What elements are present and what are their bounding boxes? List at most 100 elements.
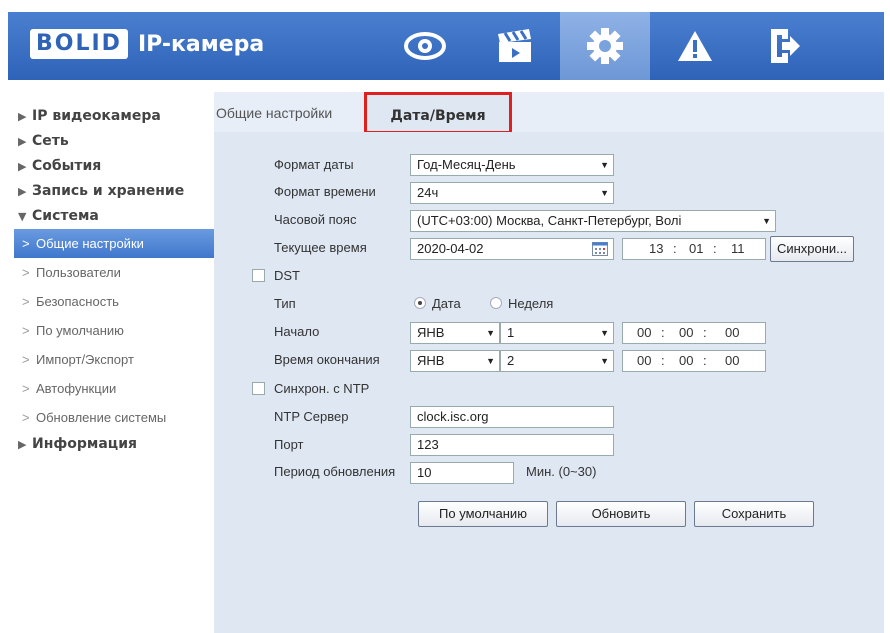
playback-button[interactable]	[470, 12, 560, 80]
sidebar-sub-label: По умолчанию	[36, 323, 124, 338]
refresh-button[interactable]: Обновить	[556, 501, 686, 527]
end-month-select[interactable]: ЯНВ ▼	[410, 350, 500, 372]
sidebar-sub-security[interactable]: > Безопасность	[8, 287, 214, 316]
start-time-input[interactable]: 00 : 00 : 00	[622, 322, 766, 344]
type-week-radio[interactable]	[490, 297, 502, 309]
ntp-server-value: clock.isc.org	[417, 409, 489, 424]
end-second: 00	[725, 353, 740, 368]
date-format-label: Формат даты	[274, 157, 354, 172]
default-button[interactable]: По умолчанию	[418, 501, 548, 527]
sidebar-item-label: Запись и хранение	[32, 183, 185, 199]
start-day-select[interactable]: 1 ▼	[500, 322, 614, 344]
type-week-label: Неделя	[508, 296, 554, 311]
settings-button[interactable]	[560, 12, 650, 80]
port-label: Порт	[274, 437, 304, 452]
time-separator: :	[661, 325, 665, 340]
dst-label: DST	[274, 268, 300, 283]
end-day-value: 2	[507, 353, 515, 368]
triangle-right-icon: ▶	[18, 160, 27, 173]
dropdown-arrow-icon: ▼	[486, 356, 495, 366]
type-date-radio[interactable]	[414, 297, 426, 309]
chevron-right-icon: >	[22, 236, 30, 251]
sidebar-sub-label: Автофункции	[36, 381, 117, 396]
current-date-value: 2020-04-02	[417, 241, 484, 256]
chevron-right-icon: >	[22, 381, 30, 396]
dropdown-arrow-icon: ▼	[600, 356, 609, 366]
time-format-select[interactable]: 24ч ▼	[410, 182, 614, 204]
triangle-down-icon: ▼	[18, 210, 27, 223]
period-label: Период обновления	[274, 464, 396, 479]
period-input[interactable]: 10	[410, 462, 514, 484]
tab-bar: Общие настройки Дата/Время	[214, 92, 884, 134]
ntp-server-input[interactable]: clock.isc.org	[410, 406, 614, 428]
sync-pc-button[interactable]: Синхрони...	[770, 236, 854, 262]
sidebar-sub-general[interactable]: > Общие настройки	[14, 229, 214, 258]
current-date-input[interactable]: 2020-04-02	[410, 238, 614, 260]
alarm-button[interactable]	[650, 12, 740, 80]
date-format-value: Год-Месяц-День	[417, 157, 516, 172]
start-second: 00	[725, 325, 740, 340]
warning-icon	[678, 31, 712, 61]
sidebar-item-label: Сеть	[32, 133, 69, 149]
main-panel: Общие настройки Дата/Время Формат даты Г…	[214, 92, 884, 633]
time-format-label: Формат времени	[274, 184, 376, 199]
time-separator: :	[661, 353, 665, 368]
start-month-select[interactable]: ЯНВ ▼	[410, 322, 500, 344]
sidebar-sub-update[interactable]: > Обновление системы	[8, 403, 214, 432]
calendar-icon[interactable]	[592, 242, 608, 256]
type-label: Тип	[274, 296, 296, 311]
sidebar-sub-users[interactable]: > Пользователи	[8, 258, 214, 287]
sidebar-sub-auto-functions[interactable]: > Автофункции	[8, 374, 214, 403]
save-button[interactable]: Сохранить	[694, 501, 814, 527]
current-minute: 01	[689, 241, 704, 256]
end-hour: 00	[637, 353, 652, 368]
current-time-input[interactable]: 13 : 01 : 11	[622, 238, 766, 260]
sidebar-item-info[interactable]: ▶ Информация	[8, 432, 214, 457]
logout-button[interactable]	[740, 12, 830, 80]
sidebar-item-network[interactable]: ▶ Сеть	[8, 129, 214, 154]
end-time-input[interactable]: 00 : 00 : 00	[622, 350, 766, 372]
sidebar-item-ip-camera[interactable]: ▶ IP видеокамера	[8, 104, 214, 129]
date-format-select[interactable]: Год-Месяц-День ▼	[410, 154, 614, 176]
tab-datetime[interactable]: Дата/Время	[364, 92, 512, 134]
logo: BOLID IP-камера	[30, 28, 264, 60]
start-month-value: ЯНВ	[417, 325, 445, 340]
port-input[interactable]: 123	[410, 434, 614, 456]
period-unit: Мин. (0~30)	[526, 464, 597, 479]
logo-text: IP-камера	[137, 31, 265, 57]
current-second: 11	[731, 241, 745, 256]
timezone-select[interactable]: (UTC+03:00) Москва, Санкт-Петербург, Вол…	[410, 210, 776, 232]
ntp-sync-checkbox[interactable]	[252, 382, 265, 395]
end-label: Время окончания	[274, 352, 380, 367]
datetime-form: Формат даты Год-Месяц-День ▼ Формат врем…	[214, 132, 884, 633]
time-format-value: 24ч	[417, 185, 439, 200]
sidebar-item-system[interactable]: ▼ Система	[8, 204, 214, 229]
sidebar-item-storage[interactable]: ▶ Запись и хранение	[8, 179, 214, 204]
triangle-right-icon: ▶	[18, 135, 27, 148]
time-separator: :	[703, 325, 707, 340]
sidebar: ▶ IP видеокамера ▶ Сеть ▶ События ▶ Запись и…	[8, 92, 214, 633]
type-date-label: Дата	[432, 296, 461, 311]
triangle-right-icon: ▶	[18, 438, 27, 451]
live-view-button[interactable]	[380, 12, 470, 80]
dropdown-arrow-icon: ▼	[486, 328, 495, 338]
sidebar-sub-label: Общие настройки	[36, 236, 144, 251]
dst-checkbox[interactable]	[252, 269, 265, 282]
sidebar-item-events[interactable]: ▶ События	[8, 154, 214, 179]
dropdown-arrow-icon: ▼	[760, 211, 771, 231]
start-hour: 00	[637, 325, 652, 340]
current-time-label: Текущее время	[274, 240, 367, 255]
ntp-sync-label: Синхрон. с NTP	[274, 381, 370, 396]
end-day-select[interactable]: 2 ▼	[500, 350, 614, 372]
timezone-label: Часовой пояс	[274, 212, 357, 227]
logout-icon	[771, 29, 800, 63]
time-separator: :	[703, 353, 707, 368]
tab-general[interactable]: Общие настройки	[216, 98, 366, 132]
sidebar-sub-label: Импорт/Экспорт	[36, 352, 134, 367]
ntp-server-label: NTP Сервер	[274, 409, 349, 424]
current-hour: 13	[649, 241, 664, 256]
sidebar-sub-default[interactable]: > По умолчанию	[8, 316, 214, 345]
eye-icon	[404, 32, 446, 60]
sidebar-sub-label: Пользователи	[36, 265, 121, 280]
sidebar-sub-import-export[interactable]: > Импорт/Экспорт	[8, 345, 214, 374]
